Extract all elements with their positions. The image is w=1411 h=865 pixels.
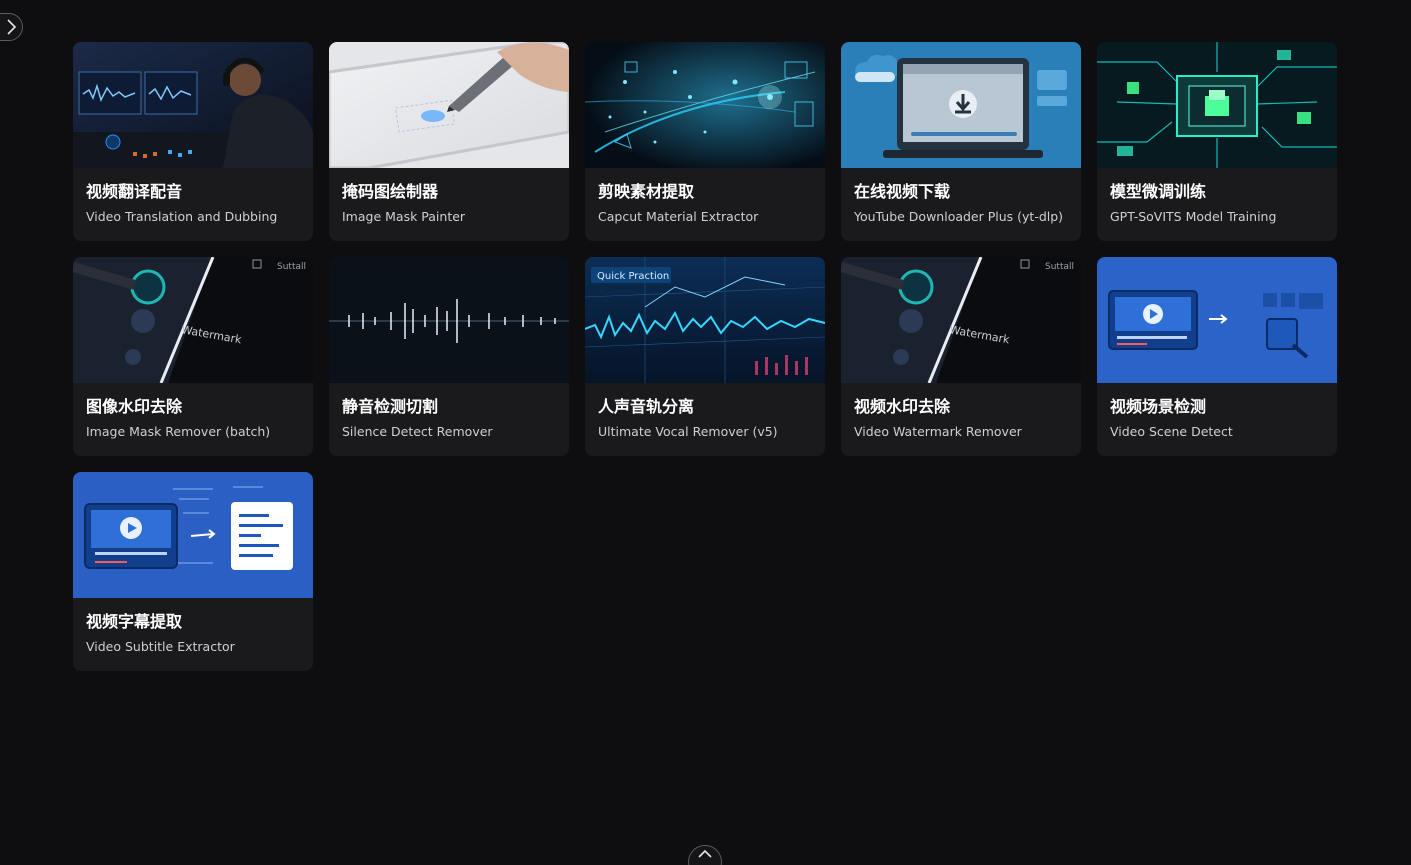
card-subtitle: Video Watermark Remover [854,424,1022,439]
card-title: 视频翻译配音 [86,182,183,201]
card-thumbnail: Watermark Suttall [841,257,1081,383]
card-title: 掩码图绘制器 [342,182,439,201]
card-thumbnail [1097,42,1337,168]
card-thumbnail: Quick Praction [585,257,825,383]
sidebar-toggle-button[interactable] [0,13,23,41]
tool-card-video-watermark-remover[interactable]: Watermark Suttall 视频水印去除 Video Watermark… [841,257,1081,456]
card-title: 视频字幕提取 [86,612,183,631]
card-title: 视频水印去除 [854,397,951,416]
tool-card-scene-detect[interactable]: 视频场景检测 Video Scene Detect [1097,257,1337,456]
card-title: 视频场景检测 [1110,397,1207,416]
card-subtitle: Silence Detect Remover [342,424,493,439]
card-subtitle: Capcut Material Extractor [598,209,759,224]
tool-card-subtitle-extractor[interactable]: 视频字幕提取 Video Subtitle Extractor [73,472,313,671]
card-thumbnail [73,42,313,168]
card-subtitle: Ultimate Vocal Remover (v5) [598,424,778,439]
card-subtitle: Video Translation and Dubbing [86,209,278,224]
card-thumbnail [329,257,569,383]
card-title: 人声音轨分离 [598,397,695,416]
card-subtitle: YouTube Downloader Plus (yt-dlp) [854,209,1064,224]
tool-card-mask-painter[interactable]: 掩码图绘制器 Image Mask Painter [329,42,569,241]
card-title: 静音检测切割 [342,397,439,416]
thumb-header-text: Quick Praction [597,271,669,282]
card-thumbnail [585,42,825,168]
card-title: 图像水印去除 [86,397,183,416]
tool-card-capcut-extractor[interactable]: 剪映素材提取 Capcut Material Extractor [585,42,825,241]
chevron-right-icon [7,19,17,35]
thumb-corner-text: Suttall [1045,262,1074,272]
tool-card-vocal-remover[interactable]: Quick Praction 人声音轨分离 Ultimate Vocal Rem… [585,257,825,456]
card-subtitle: Video Subtitle Extractor [86,639,235,654]
card-title: 剪映素材提取 [598,182,695,201]
tool-card-image-mask-remover[interactable]: Watermark Suttall 图像水印去除 Image Mask Remo… [73,257,313,456]
card-title: 模型微调训练 [1110,182,1207,201]
tool-card-video-translation[interactable]: 视频翻译配音 Video Translation and Dubbing [73,42,313,241]
tool-card-youtube-downloader[interactable]: 在线视频下载 YouTube Downloader Plus (yt-dlp) [841,42,1081,241]
tool-card-silence-detect[interactable]: 静音检测切割 Silence Detect Remover [329,257,569,456]
card-subtitle: GPT-SoVITS Model Training [1110,209,1277,224]
card-thumbnail [73,472,313,598]
tool-card-model-training[interactable]: 模型微调训练 GPT-SoVITS Model Training [1097,42,1337,241]
tool-card-grid: 视频翻译配音 Video Translation and Dubbing 掩码图… [73,42,1337,671]
card-subtitle: Image Mask Remover (batch) [86,424,271,439]
card-thumbnail [329,42,569,168]
tool-gallery-page: 视频翻译配音 Video Translation and Dubbing 掩码图… [0,0,1411,865]
card-subtitle: Video Scene Detect [1110,424,1233,439]
card-thumbnail [841,42,1081,168]
card-thumbnail: Watermark Suttall [73,257,313,383]
card-title: 在线视频下载 [854,182,951,201]
scroll-to-top-button[interactable] [688,845,722,865]
card-subtitle: Image Mask Painter [342,209,466,224]
thumb-corner-text: Suttall [277,262,306,272]
chevron-up-icon [698,849,712,858]
card-thumbnail [1097,257,1337,383]
